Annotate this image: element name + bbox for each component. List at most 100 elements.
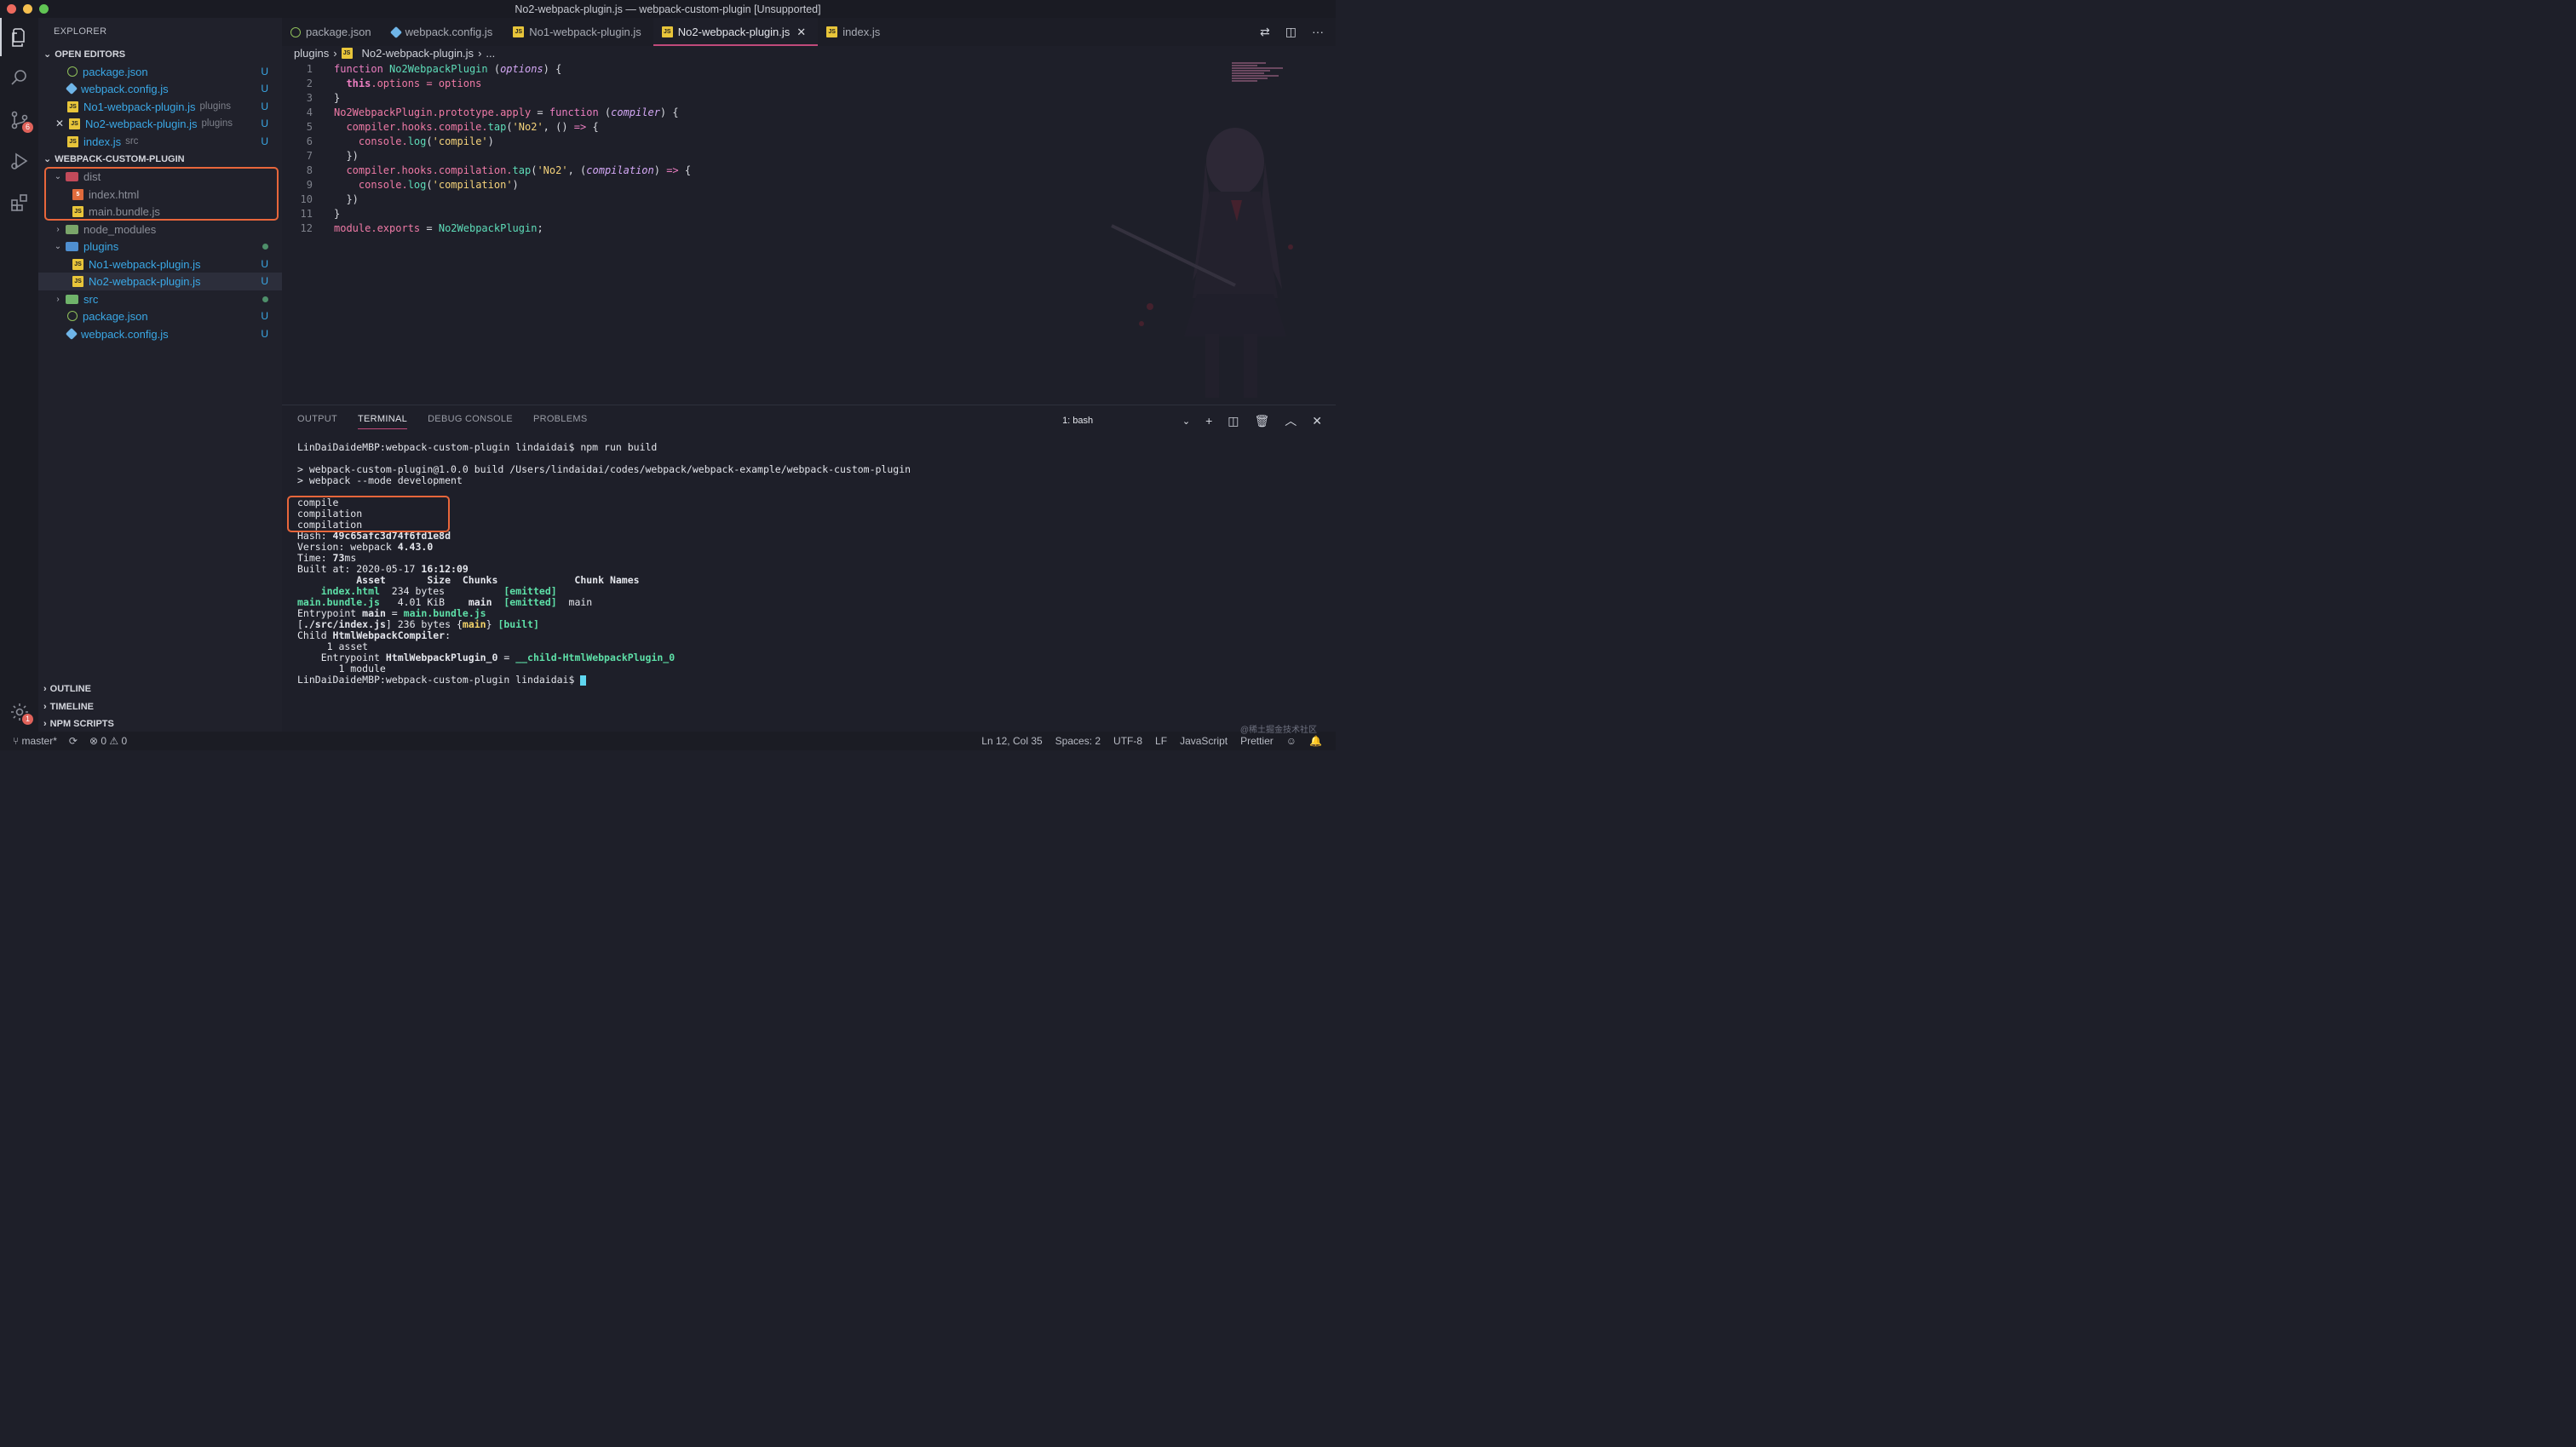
explorer-title: EXPLORER <box>54 26 107 37</box>
code-line: 5 compiler.hooks.compile.tap('No2', () =… <box>306 121 599 133</box>
tab-problems[interactable]: PROBLEMS <box>533 414 588 429</box>
json-file-icon <box>67 66 78 78</box>
minimize-window-button[interactable] <box>23 4 32 14</box>
tree-file-no1-plugin[interactable]: JS No1-webpack-plugin.js U <box>38 256 282 273</box>
window-title: No2-webpack-plugin.js — webpack-custom-p… <box>515 3 821 15</box>
folder-open-icon <box>66 241 78 251</box>
settings-badge: 1 <box>22 714 33 725</box>
code-line: 1 function No2WebpackPlugin (options) { <box>306 63 562 75</box>
dist-highlight-box <box>44 167 279 221</box>
panel-tabs: OUTPUT TERMINAL DEBUG CONSOLE PROBLEMS <box>297 414 587 429</box>
sync-icon[interactable]: ⟳ <box>69 735 78 747</box>
cursor-position[interactable]: Ln 12, Col 35 <box>981 735 1042 747</box>
split-editor-icon[interactable]: ◫ <box>1285 25 1297 39</box>
tab-terminal[interactable]: TERMINAL <box>358 414 408 429</box>
explorer-icon[interactable] <box>9 26 30 48</box>
settings-gear-icon[interactable]: 1 <box>9 701 33 725</box>
open-editors-header[interactable]: ⌄ OPEN EDITORS <box>43 49 125 60</box>
tab-output[interactable]: OUTPUT <box>297 414 337 429</box>
chevron-right-icon: › <box>56 294 60 304</box>
more-actions-icon[interactable]: ··· <box>1312 25 1324 39</box>
breadcrumb-symbol[interactable]: ... <box>486 47 495 60</box>
extensions-icon[interactable] <box>9 192 30 213</box>
maximize-panel-icon[interactable]: ︿ <box>1285 412 1297 429</box>
code-line: 7 }) <box>306 150 359 162</box>
chevron-down-icon: ⌄ <box>54 241 62 251</box>
feedback-icon[interactable]: ☺ <box>1286 735 1297 747</box>
close-tab-icon[interactable]: ✕ <box>796 26 806 39</box>
zoom-window-button[interactable] <box>39 4 49 14</box>
trash-icon[interactable]: 🗑 <box>1254 414 1269 428</box>
project-header[interactable]: ⌄ WEBPACK-CUSTOM-PLUGIN <box>43 153 185 165</box>
notifications-bell-icon[interactable]: 🔔 <box>1309 735 1322 747</box>
webpack-file-icon <box>65 328 78 341</box>
webpack-file-icon <box>65 83 78 95</box>
new-terminal-icon[interactable]: + <box>1205 414 1212 428</box>
language-mode[interactable]: JavaScript <box>1180 735 1228 747</box>
code-line: 2 this.options = options <box>306 78 482 89</box>
tab-package-json[interactable]: package.json <box>282 18 383 46</box>
tab-index-js[interactable]: JS index.js <box>818 18 892 46</box>
tab-webpack-config[interactable]: webpack.config.js <box>383 18 505 46</box>
search-icon[interactable] <box>9 66 30 88</box>
webpack-file-icon <box>389 26 402 38</box>
tree-file-package-json[interactable]: package.json U <box>38 307 282 325</box>
indentation[interactable]: Spaces: 2 <box>1055 735 1101 747</box>
explorer-sidebar: EXPLORER ⌄ OPEN EDITORS package.json U w… <box>38 18 282 732</box>
close-panel-icon[interactable]: ✕ <box>1312 414 1322 428</box>
outline-header[interactable]: › OUTLINE <box>43 684 91 694</box>
status-left: ⑂ master* ⟳ ⊗ 0 ⚠ 0 <box>13 735 127 747</box>
source-control-icon[interactable]: 6 <box>9 109 33 133</box>
scm-badge: 6 <box>22 122 33 133</box>
background-character-image <box>1111 128 1293 398</box>
chevron-right-icon: › <box>43 702 47 712</box>
breadcrumb-file[interactable]: No2-webpack-plugin.js <box>362 47 474 60</box>
minimap[interactable] <box>1232 62 1324 83</box>
folder-icon <box>66 224 78 234</box>
split-terminal-icon[interactable]: ◫ <box>1228 414 1239 428</box>
tree-folder-plugins[interactable]: ⌄ plugins <box>38 238 282 256</box>
error-icon: ⊗ <box>89 735 99 747</box>
title-bar: No2-webpack-plugin.js — webpack-custom-p… <box>0 0 1336 18</box>
tab-debug-console[interactable]: DEBUG CONSOLE <box>428 414 513 429</box>
terminal-select[interactable]: 1: bash ⌄ <box>1062 416 1190 427</box>
tree-folder-node-modules[interactable]: › node_modules <box>38 221 282 238</box>
open-editor-package-json[interactable]: package.json U <box>38 63 282 81</box>
encoding[interactable]: UTF-8 <box>1113 735 1142 747</box>
js-file-icon: JS <box>67 100 78 112</box>
active-indicator <box>0 18 2 56</box>
code-line: 11} <box>300 208 341 220</box>
formatter[interactable]: Prettier <box>1240 735 1274 747</box>
line-ending[interactable]: LF <box>1155 735 1167 747</box>
tab-no1-plugin[interactable]: JS No1-webpack-plugin.js <box>504 18 653 46</box>
open-editor-no1-plugin[interactable]: JS No1-webpack-plugin.js plugins U <box>38 98 282 116</box>
activity-bar: 6 1 <box>0 18 38 732</box>
timeline-header[interactable]: › TIMELINE <box>43 702 94 712</box>
tab-no2-plugin[interactable]: JS No2-webpack-plugin.js ✕ <box>653 18 819 46</box>
open-editor-no2-plugin[interactable]: ✕ JS No2-webpack-plugin.js plugins U <box>38 115 282 133</box>
chevron-down-icon: ⌄ <box>1182 416 1191 427</box>
close-window-button[interactable] <box>7 4 16 14</box>
code-line: 8 compiler.hooks.compilation.tap('No2', … <box>306 164 692 176</box>
folder-icon <box>66 294 78 304</box>
npm-scripts-header[interactable]: › NPM SCRIPTS <box>43 719 114 729</box>
problems-item[interactable]: ⊗ 0 ⚠ 0 <box>89 735 127 747</box>
breadcrumb-folder[interactable]: plugins <box>294 47 329 60</box>
compare-changes-icon[interactable]: ⇄ <box>1260 25 1270 39</box>
chevron-right-icon: › <box>43 719 47 729</box>
tree-file-webpack-config[interactable]: webpack.config.js U <box>38 325 282 343</box>
close-icon[interactable]: ✕ <box>54 118 66 129</box>
window-controls <box>7 4 49 14</box>
terminal-prompt-line: LinDaiDaideMBP:webpack-custom-plugin lin… <box>297 675 587 686</box>
branch-item[interactable]: ⑂ master* <box>13 735 57 747</box>
tree-file-no2-plugin[interactable]: JS No2-webpack-plugin.js U <box>38 273 282 290</box>
output-highlight-box <box>287 496 450 532</box>
open-editor-webpack-config[interactable]: webpack.config.js U <box>38 80 282 98</box>
bottom-panel: OUTPUT TERMINAL DEBUG CONSOLE PROBLEMS 1… <box>282 405 1336 732</box>
tree-folder-src[interactable]: › src <box>38 290 282 308</box>
run-debug-icon[interactable] <box>9 150 30 171</box>
chevron-right-icon: › <box>333 47 337 60</box>
panel-actions: 1: bash ⌄ + ◫ 🗑 ︿ ✕ <box>1062 412 1322 429</box>
js-file-icon: JS <box>67 135 78 147</box>
open-editor-index-js[interactable]: JS index.js src U <box>38 133 282 151</box>
